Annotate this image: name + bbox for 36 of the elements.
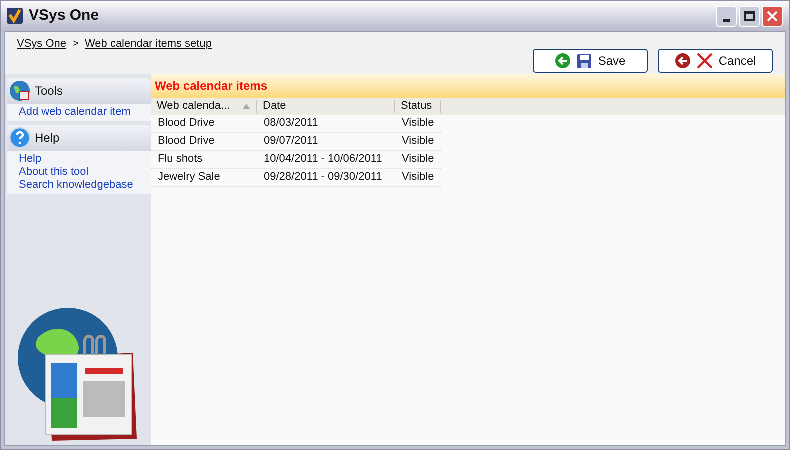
- close-icon: [696, 53, 713, 69]
- sidebar-link[interactable]: Help: [19, 153, 139, 166]
- table-cell-text: 08/03/2011: [263, 116, 320, 132]
- column-header[interactable]: Status: [395, 100, 441, 113]
- table-cell-text: Visible: [401, 116, 436, 132]
- save-button[interactable]: Save: [533, 49, 648, 73]
- table-cell-text: Flu shots: [157, 152, 204, 168]
- sidebar-link[interactable]: About this tool: [19, 166, 139, 179]
- help-icon: [9, 127, 31, 149]
- cancel-button[interactable]: Cancel: [658, 49, 773, 73]
- table-cell-text: Visible: [401, 152, 436, 168]
- breadcrumb-link[interactable]: Web calendar items setup: [84, 36, 212, 52]
- panel-title: Web calendar items: [155, 78, 268, 95]
- section-title: Help: [35, 130, 60, 147]
- column-header[interactable]: Web calenda...: [151, 100, 257, 113]
- window-title: VSys One: [29, 6, 100, 26]
- close-icon: [767, 10, 778, 22]
- column-header[interactable]: Date: [257, 100, 395, 113]
- breadcrumb-link[interactable]: VSys One: [17, 36, 67, 52]
- table-cell-text: Visible: [401, 170, 436, 186]
- table-cell-text: 10/04/2011 - 10/06/2011: [263, 152, 384, 168]
- table-cell-text: 09/28/2011 - 09/30/2011: [263, 170, 384, 186]
- sort-ascending-icon: [243, 104, 250, 109]
- maximize-button[interactable]: [739, 6, 760, 26]
- breadcrumb-separator: >: [72, 37, 79, 52]
- checkmark-logo-icon: [7, 8, 23, 24]
- minimize-button[interactable]: [716, 6, 737, 26]
- close-button[interactable]: [762, 6, 783, 26]
- sidebar-link[interactable]: Search knowledgebase: [19, 179, 139, 192]
- globe-icon: [9, 80, 31, 102]
- table-cell-text: Blood Drive: [157, 134, 216, 150]
- table-cell-text: Visible: [401, 134, 436, 150]
- table-cell-text: Blood Drive: [157, 116, 216, 132]
- table-cell-text: 09/07/2011: [263, 134, 320, 150]
- section-title: Tools: [35, 83, 64, 100]
- table-cell-text: Jewelry Sale: [157, 170, 222, 186]
